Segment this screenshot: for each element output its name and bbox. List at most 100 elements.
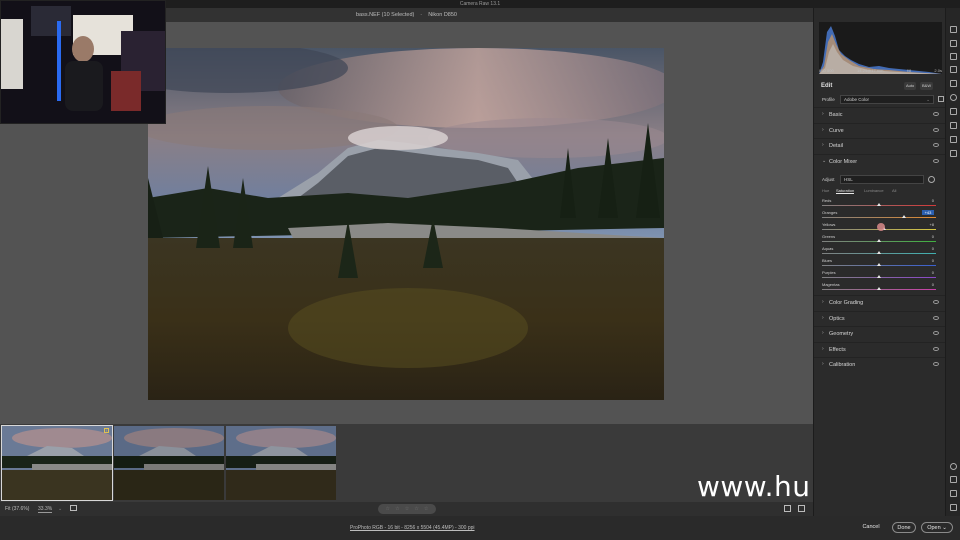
section-calibration[interactable]: › Calibration [814, 357, 946, 371]
slider-value-field[interactable]: +43 [922, 210, 934, 215]
cancel-button[interactable]: Cancel [858, 522, 884, 533]
zoom-icon[interactable] [950, 463, 957, 470]
slider-thumb[interactable] [877, 275, 881, 278]
slider-value-field[interactable]: 0 [922, 246, 934, 251]
snapshots-icon[interactable] [950, 122, 957, 129]
brush-icon[interactable] [950, 66, 957, 73]
presets-icon[interactable] [950, 136, 957, 143]
slider-value-field[interactable]: 0 [922, 234, 934, 239]
slider-track[interactable] [822, 217, 936, 218]
slider-value-field[interactable]: 0 [922, 282, 934, 287]
flag-icon[interactable]: ! [104, 428, 109, 433]
section-geometry[interactable]: › Geometry [814, 326, 946, 340]
tab-luminance[interactable]: Luminance [864, 188, 884, 193]
section-label: Basic [829, 112, 843, 118]
hand-icon[interactable] [950, 476, 957, 483]
eye-icon[interactable] [933, 300, 939, 304]
tab-saturation[interactable]: Saturation [836, 188, 855, 194]
slider-thumb[interactable] [877, 263, 881, 266]
slider-magentas[interactable]: Magentas 0 [814, 282, 946, 294]
mouse-cursor [877, 223, 885, 231]
slider-value-field[interactable]: 0 [922, 258, 934, 263]
adjust-value: HSL [844, 177, 853, 182]
edit-title: Edit [821, 83, 833, 89]
slider-value-field[interactable]: 0 [922, 270, 934, 275]
star-icon[interactable]: ☆ [395, 506, 399, 512]
done-button[interactable]: Done [892, 522, 916, 533]
workflow-options-link[interactable]: ProPhoto RGB - 16 bit - 8256 x 5504 (45.… [350, 525, 475, 531]
zoom-dropdown-icon[interactable]: ⌄ [58, 506, 62, 512]
slider-greens[interactable]: Greens 0 [814, 234, 946, 246]
histogram [819, 22, 942, 74]
slider-value-field[interactable]: 0 [922, 198, 934, 203]
eye-icon[interactable] [933, 128, 939, 132]
radial-filter-icon[interactable] [950, 94, 957, 101]
eye-icon[interactable] [933, 362, 939, 366]
slider-thumb[interactable] [877, 203, 881, 206]
before-after-icon[interactable] [798, 505, 805, 512]
filmstrip-thumb-1[interactable]: ! [1, 425, 113, 501]
auto-button[interactable]: Auto [904, 82, 917, 90]
red-eye-icon[interactable] [950, 108, 957, 115]
slider-purples[interactable]: Purples 0 [814, 270, 946, 282]
eye-icon[interactable] [933, 143, 939, 147]
section-curve[interactable]: › Curve [814, 123, 946, 137]
filmstrip-view-icon[interactable] [784, 505, 791, 512]
star-icon[interactable]: ☆ [386, 506, 390, 512]
filmstrip-thumb-2[interactable] [114, 426, 224, 500]
section-label: Color Mixer [829, 159, 858, 165]
section-effects[interactable]: › Effects [814, 342, 946, 356]
more-icon[interactable] [950, 150, 957, 157]
section-color-grading[interactable]: › Color Grading [814, 295, 946, 309]
profile-dropdown[interactable]: Adobe Color ⌄ [840, 95, 934, 104]
slider-oranges[interactable]: Oranges +43 [814, 210, 946, 222]
star-rating[interactable]: ☆ ☆ ☆ ☆ ☆ [378, 504, 436, 514]
fit-zoom-label[interactable]: Fit (37.6%) [5, 506, 29, 512]
edit-icon[interactable] [950, 26, 957, 33]
slider-label: Yellows [822, 222, 836, 227]
slider-label: Oranges [822, 210, 838, 215]
zoom-level[interactable]: 33.3% [38, 506, 53, 513]
targeted-adjustment-icon[interactable] [928, 176, 935, 183]
slider-blues[interactable]: Blues 0 [814, 258, 946, 270]
adjust-dropdown[interactable]: HSL [840, 175, 924, 184]
main-photo-preview[interactable] [148, 48, 664, 400]
section-optics[interactable]: › Optics [814, 311, 946, 325]
healing-icon[interactable] [950, 53, 957, 60]
grid-overlay-icon[interactable] [950, 504, 957, 511]
open-button[interactable]: Open ⌄ [921, 522, 953, 533]
star-icon[interactable]: ☆ [414, 506, 418, 512]
toggle-sampler-icon[interactable] [950, 490, 957, 497]
eye-icon[interactable] [933, 331, 939, 335]
section-color-mixer[interactable]: ⌄ Color Mixer [814, 154, 946, 168]
slider-thumb[interactable] [901, 215, 906, 218]
section-basic[interactable]: › Basic [814, 107, 946, 121]
slider-thumb[interactable] [877, 239, 881, 242]
crop-icon[interactable] [950, 40, 957, 47]
histogram-graph [819, 26, 942, 74]
camera-model: Nikon D850 [428, 12, 457, 18]
filmstrip-thumb-3[interactable] [226, 426, 336, 500]
eye-icon[interactable] [933, 159, 939, 163]
slider-label: Purples [822, 270, 836, 275]
open-dropdown-icon[interactable]: ⌄ [942, 525, 947, 531]
tab-all[interactable]: All [892, 188, 896, 193]
black-white-button[interactable]: B&W [920, 82, 934, 90]
profile-browser-icon[interactable] [938, 96, 944, 102]
graduated-filter-icon[interactable] [950, 80, 957, 87]
star-icon[interactable]: ☆ [405, 506, 409, 512]
slider-value-field[interactable]: +8 [922, 222, 934, 227]
slider-thumb[interactable] [877, 251, 881, 254]
edit-panel: ISO 500 14-24@17 mm f/8 2.0s Edit Auto B… [813, 8, 946, 516]
eye-icon[interactable] [933, 347, 939, 351]
slider-aquas[interactable]: Aquas 0 [814, 246, 946, 258]
toggle-preview-icon[interactable] [70, 505, 77, 511]
eye-icon[interactable] [933, 112, 939, 116]
star-icon[interactable]: ☆ [424, 506, 428, 512]
slider-reds[interactable]: Reds 0 [814, 198, 946, 210]
slider-thumb[interactable] [877, 287, 881, 290]
shutter-value: 2.0s [934, 68, 942, 73]
tab-hue[interactable]: Hue [822, 188, 829, 193]
section-detail[interactable]: › Detail [814, 138, 946, 152]
eye-icon[interactable] [933, 316, 939, 320]
